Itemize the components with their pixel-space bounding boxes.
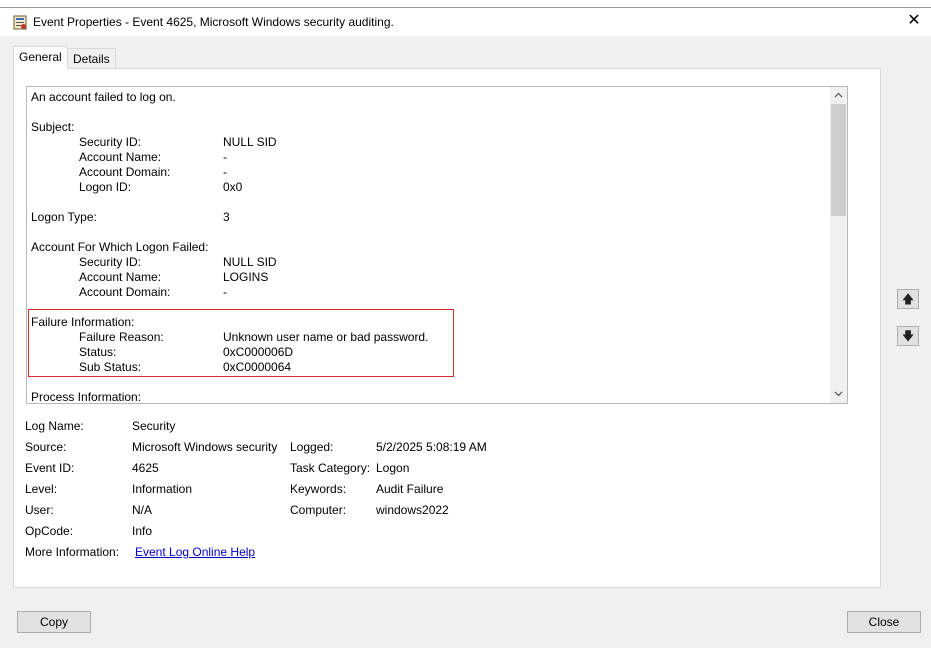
tab-details[interactable]: Details bbox=[67, 48, 116, 69]
general-tab-panel: An account failed to log on. Subject: Se… bbox=[13, 68, 881, 588]
subject-logonid-label: Logon ID: bbox=[79, 180, 132, 194]
arrow-down-icon: 🡇 bbox=[901, 329, 915, 343]
level-label: Level: bbox=[25, 482, 58, 496]
subject-sid-value: NULL SID bbox=[223, 135, 277, 149]
status-value: 0xC000006D bbox=[223, 345, 294, 359]
failure-reason-value: Unknown user name or bad password. bbox=[223, 330, 429, 344]
next-event-button[interactable]: 🡇 bbox=[897, 326, 919, 346]
failure-info-header: Failure Information: bbox=[31, 315, 135, 329]
task-category-label: Task Category: bbox=[290, 461, 371, 475]
failed-domain-label: Account Domain: bbox=[79, 285, 171, 299]
logon-type-label: Logon Type: bbox=[31, 210, 97, 224]
arrow-up-icon: 🡅 bbox=[901, 292, 915, 306]
description-scrollbar[interactable] bbox=[830, 87, 847, 403]
logged-label: Logged: bbox=[290, 440, 334, 454]
level-value: Information bbox=[132, 482, 193, 496]
more-info-label: More Information: bbox=[25, 545, 120, 559]
log-name-value: Security bbox=[132, 419, 176, 433]
subject-domain-value: - bbox=[223, 165, 227, 179]
keywords-value: Audit Failure bbox=[376, 482, 444, 496]
failed-account-header: Account For Which Logon Failed: bbox=[31, 240, 209, 254]
window-title: Event Properties - Event 4625, Microsoft… bbox=[33, 15, 394, 29]
opcode-value: Info bbox=[132, 524, 153, 538]
subject-logonid-value: 0x0 bbox=[223, 180, 243, 194]
source-label: Source: bbox=[25, 440, 67, 454]
copy-button[interactable]: Copy bbox=[17, 611, 91, 633]
log-name-label: Log Name: bbox=[25, 419, 84, 433]
keywords-label: Keywords: bbox=[290, 482, 347, 496]
logged-value: 5/2/2025 5:08:19 AM bbox=[376, 440, 487, 454]
subject-name-label: Account Name: bbox=[79, 150, 162, 164]
event-id-value: 4625 bbox=[132, 461, 159, 475]
task-category-value: Logon bbox=[376, 461, 410, 475]
subject-domain-label: Account Domain: bbox=[79, 165, 171, 179]
opcode-label: OpCode: bbox=[25, 524, 74, 538]
substatus-label: Sub Status: bbox=[79, 360, 142, 374]
title-bar: Event Properties - Event 4625, Microsoft… bbox=[0, 8, 931, 36]
close-button[interactable]: Close bbox=[847, 611, 921, 633]
computer-label: Computer: bbox=[290, 503, 347, 517]
failure-reason-label: Failure Reason: bbox=[79, 330, 164, 344]
source-value: Microsoft Windows security bbox=[132, 440, 278, 454]
event-log-online-help-link[interactable]: Event Log Online Help bbox=[135, 544, 255, 560]
subject-header: Subject: bbox=[31, 120, 75, 134]
previous-event-button[interactable]: 🡅 bbox=[897, 289, 919, 309]
failed-sid-value: NULL SID bbox=[223, 255, 277, 269]
event-id-label: Event ID: bbox=[25, 461, 75, 475]
event-log-icon bbox=[13, 15, 27, 30]
close-icon[interactable]: ✕ bbox=[903, 9, 925, 33]
logon-type-value: 3 bbox=[223, 210, 230, 224]
process-info-header: Process Information: bbox=[31, 390, 142, 404]
user-value: N/A bbox=[132, 503, 153, 517]
failed-domain-value: - bbox=[223, 285, 227, 299]
substatus-value: 0xC0000064 bbox=[223, 360, 292, 374]
background-window-strip bbox=[0, 0, 931, 8]
scroll-down-icon[interactable] bbox=[830, 386, 847, 403]
tab-general[interactable]: General bbox=[13, 46, 68, 69]
computer-value: windows2022 bbox=[376, 503, 449, 517]
summary-line: An account failed to log on. bbox=[31, 90, 176, 104]
subject-sid-label: Security ID: bbox=[79, 135, 142, 149]
status-label: Status: bbox=[79, 345, 117, 359]
subject-name-value: - bbox=[223, 150, 227, 164]
scroll-up-icon[interactable] bbox=[830, 87, 847, 104]
user-label: User: bbox=[25, 503, 54, 517]
scroll-thumb[interactable] bbox=[831, 104, 846, 216]
event-description-box[interactable]: An account failed to log on. Subject: Se… bbox=[26, 86, 848, 404]
failed-name-value: LOGINS bbox=[223, 270, 269, 284]
failed-sid-label: Security ID: bbox=[79, 255, 142, 269]
failed-name-label: Account Name: bbox=[79, 270, 162, 284]
